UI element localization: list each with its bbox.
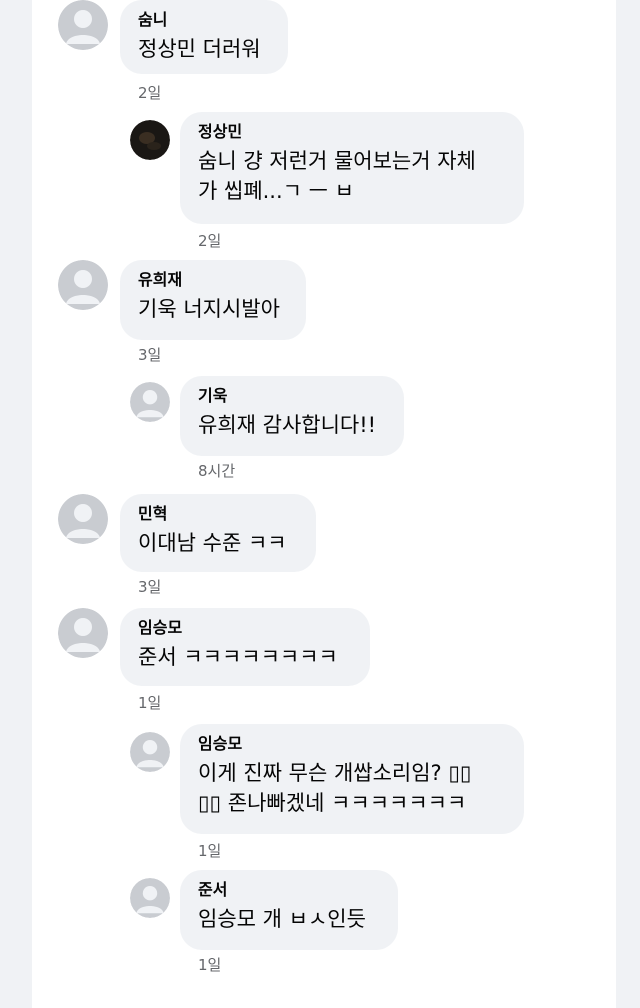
comment-timestamp[interactable]: 3일 (138, 344, 161, 365)
default-avatar-icon[interactable] (130, 878, 170, 918)
comment-timestamp[interactable]: 3일 (138, 576, 161, 597)
comment-timestamp[interactable]: 2일 (138, 82, 161, 103)
comment-timestamp[interactable]: 2일 (198, 230, 221, 251)
comment-timestamp[interactable]: 1일 (198, 954, 221, 975)
comment-text: 이대남 수준 ㅋㅋ (138, 531, 287, 555)
comment-bubble: 준서 임승모 개 ㅂㅅ인듯 (180, 870, 398, 950)
comment-bubble: 유희재 기욱 너지시발아 (120, 260, 306, 340)
comments-screen: 숨니 정상민 더러워 2일 정상민 숨니 걍 저런거 물어보는거 자체 가 씹폐… (0, 0, 640, 1008)
comment-timestamp[interactable]: 1일 (138, 692, 161, 713)
comment-bubble: 숨니 정상민 더러워 (120, 0, 288, 74)
comment-timestamp[interactable]: 1일 (198, 840, 221, 861)
comment-author[interactable]: 민혁 (138, 504, 298, 524)
comment-bubble: 민혁 이대남 수준 ㅋㅋ (120, 494, 316, 572)
comment-author[interactable]: 숨니 (138, 10, 270, 30)
comment-bubble: 기욱 유희재 감사합니다!! (180, 376, 404, 456)
reply-comment: 기욱 유희재 감사합니다!! 8시간 (130, 376, 590, 486)
comment: 임승모 준서 ㅋㅋㅋㅋㅋㅋㅋㅋ 1일 (58, 608, 598, 718)
comment-author[interactable]: 유희재 (138, 270, 288, 290)
default-avatar-icon[interactable] (58, 494, 108, 544)
default-avatar-icon[interactable] (58, 260, 108, 310)
comment-text: 기욱 너지시발아 (138, 297, 280, 321)
comment-timestamp[interactable]: 8시간 (198, 460, 235, 481)
comment-text: 준서 ㅋㅋㅋㅋㅋㅋㅋㅋ (138, 645, 338, 669)
comment-author[interactable]: 임승모 (198, 734, 506, 754)
reply-comment: 정상민 숨니 걍 저런거 물어보는거 자체 가 씹폐...ㄱ ㅡ ㅂ 2일 (130, 112, 590, 252)
comment-text: 정상민 더러워 (138, 37, 261, 61)
photo-avatar-icon[interactable] (130, 120, 170, 160)
default-avatar-icon[interactable] (58, 0, 108, 50)
comment-bubble: 정상민 숨니 걍 저런거 물어보는거 자체 가 씹폐...ㄱ ㅡ ㅂ (180, 112, 524, 224)
comments-panel: 숨니 정상민 더러워 2일 정상민 숨니 걍 저런거 물어보는거 자체 가 씹폐… (32, 0, 616, 1008)
comment: 민혁 이대남 수준 ㅋㅋ 3일 (58, 494, 598, 604)
reply-comment: 준서 임승모 개 ㅂㅅ인듯 1일 (130, 870, 590, 980)
default-avatar-icon[interactable] (130, 732, 170, 772)
comment-text: 숨니 걍 저런거 물어보는거 자체 가 씹폐...ㄱ ㅡ ㅂ (198, 149, 476, 203)
reply-comment: 임승모 이게 진짜 무슨 개쌉소리임? ▯▯ ▯▯ 존나빠겠네 ㅋㅋㅋㅋㅋㅋㅋ … (130, 724, 590, 864)
default-avatar-icon[interactable] (130, 382, 170, 422)
default-avatar-icon[interactable] (58, 608, 108, 658)
comment-author[interactable]: 정상민 (198, 122, 506, 142)
comment-text: 유희재 감사합니다!! (198, 413, 377, 437)
comment-bubble: 임승모 준서 ㅋㅋㅋㅋㅋㅋㅋㅋ (120, 608, 370, 686)
comment-text: 임승모 개 ㅂㅅ인듯 (198, 907, 366, 931)
comment-author[interactable]: 임승모 (138, 618, 352, 638)
comment-text: 이게 진짜 무슨 개쌉소리임? ▯▯ ▯▯ 존나빠겠네 ㅋㅋㅋㅋㅋㅋㅋ (198, 761, 472, 815)
comment-bubble: 임승모 이게 진짜 무슨 개쌉소리임? ▯▯ ▯▯ 존나빠겠네 ㅋㅋㅋㅋㅋㅋㅋ (180, 724, 524, 834)
comment: 유희재 기욱 너지시발아 3일 (58, 260, 598, 370)
comment-author[interactable]: 준서 (198, 880, 380, 900)
comment-author[interactable]: 기욱 (198, 386, 386, 406)
comment: 숨니 정상민 더러워 2일 (58, 0, 598, 110)
